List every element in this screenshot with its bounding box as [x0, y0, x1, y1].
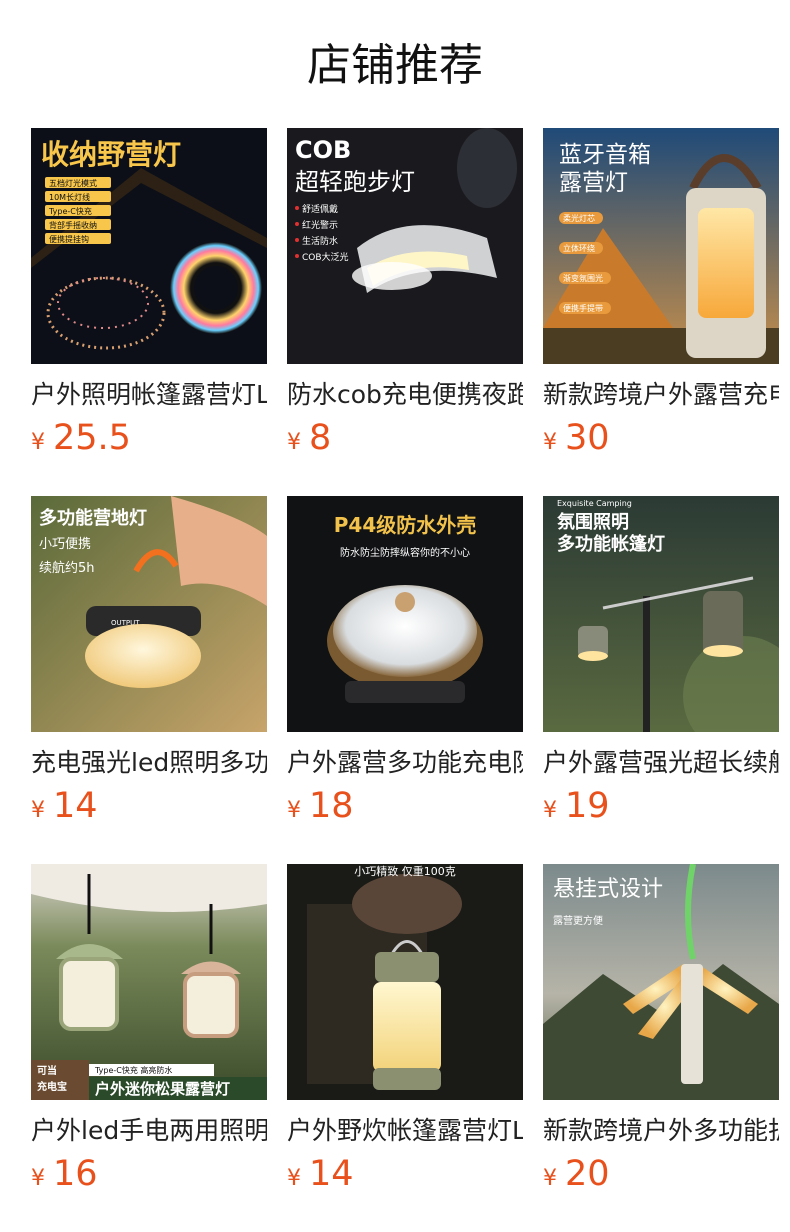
- product-price: ¥19: [543, 786, 610, 826]
- product-card[interactable]: P44级防水外壳 防水防尘防摔纵容你的不小心 户外露营多功能充电防水灯 ¥18: [287, 496, 523, 826]
- thumb-headline: COB: [295, 136, 351, 164]
- price-value: 14: [53, 786, 98, 826]
- product-image[interactable]: 蓝牙音箱 露营灯 柔光灯芯 立体环绕 渐变氛围光 便携手提带: [543, 128, 779, 364]
- product-name[interactable]: 户外露营强光超长续航灯: [543, 746, 779, 780]
- thumb-headline: 超轻跑步灯: [295, 168, 415, 196]
- page-title: 店铺推荐: [307, 40, 483, 91]
- product-name[interactable]: 防水cob充电便携夜跑灯: [287, 378, 523, 412]
- product-card[interactable]: 悬挂式设计 露营更方便 新款跨境户外多功能折叠灯 ¥20: [543, 864, 779, 1194]
- product-image[interactable]: P44级防水外壳 防水防尘防摔纵容你的不小心: [287, 496, 523, 732]
- thumb-tag: 便携提挂钩: [49, 234, 89, 244]
- price-value: 8: [309, 418, 332, 458]
- thumb-banner: 户外迷你松果露营灯: [95, 1080, 230, 1098]
- currency-symbol: ¥: [31, 430, 45, 455]
- thumb-tag: 红光警示: [302, 219, 338, 231]
- product-price: ¥14: [31, 786, 98, 826]
- product-name[interactable]: 新款跨境户外多功能折叠灯: [543, 1114, 779, 1148]
- product-name[interactable]: 户外照明帐篷露营灯LED: [31, 378, 267, 412]
- currency-symbol: ¥: [543, 430, 557, 455]
- thumb-tag: 生活防水: [302, 235, 338, 247]
- product-price: ¥14: [287, 1154, 354, 1194]
- thumb-subline: 防水防尘防摔纵容你的不小心: [340, 546, 470, 559]
- thumb-headline: 悬挂式设计: [553, 877, 663, 902]
- thumb-headline: 多功能帐篷灯: [557, 533, 665, 555]
- product-name[interactable]: 户外露营多功能充电防水灯: [287, 746, 523, 780]
- thumb-headline: 收纳野营灯: [41, 138, 181, 171]
- product-card[interactable]: 蓝牙音箱 露营灯 柔光灯芯 立体环绕 渐变氛围光 便携手提带 新款跨境户外露营充…: [543, 128, 779, 458]
- product-card[interactable]: COB 超轻跑步灯 舒适佩戴 红光警示 生活防水 COB大泛光 防水cob充电便…: [287, 128, 523, 458]
- product-price: ¥30: [543, 418, 610, 458]
- thumb-headline: 多功能营地灯: [39, 507, 147, 529]
- product-image[interactable]: 小巧精致 仅重100克: [287, 864, 523, 1100]
- product-image[interactable]: 收纳野营灯 五档灯光模式 10M长灯线 Type-C快充 背部手摇收纳 便携提挂…: [31, 128, 267, 364]
- product-image[interactable]: COB 超轻跑步灯 舒适佩戴 红光警示 生活防水 COB大泛光: [287, 128, 523, 364]
- product-price: ¥8: [287, 418, 331, 458]
- product-name[interactable]: 户外野炊帐篷露营灯LED: [287, 1114, 523, 1148]
- thumb-headline: P44级防水外壳: [334, 513, 477, 537]
- product-price: ¥20: [543, 1154, 610, 1194]
- price-value: 14: [309, 1154, 354, 1194]
- thumb-tag: 柔光灯芯: [563, 213, 595, 223]
- thumb-tag: 便携手提带: [563, 303, 603, 313]
- product-card[interactable]: OUTPUT 多功能营地灯 小巧便携 续航约5h 充电强光led照明多功能灯 ¥…: [31, 496, 267, 826]
- price-value: 16: [53, 1154, 98, 1194]
- thumb-tag: 舒适佩戴: [302, 203, 338, 215]
- thumb-tag: Type-C快充: [48, 206, 92, 216]
- currency-symbol: ¥: [543, 1166, 557, 1191]
- thumb-subline: 续航约5h: [39, 560, 95, 576]
- price-value: 30: [565, 418, 610, 458]
- product-image[interactable]: OUTPUT 多功能营地灯 小巧便携 续航约5h: [31, 496, 267, 732]
- thumb-tag: Type-C快充 高亮防水: [94, 1065, 172, 1075]
- currency-symbol: ¥: [31, 798, 45, 823]
- thumb-tag: 渐变氛围光: [563, 273, 603, 283]
- product-price: ¥16: [31, 1154, 98, 1194]
- product-card[interactable]: 收纳野营灯 五档灯光模式 10M长灯线 Type-C快充 背部手摇收纳 便携提挂…: [31, 128, 267, 458]
- product-price: ¥18: [287, 786, 354, 826]
- thumb-badge: 充电宝: [37, 1080, 67, 1093]
- thumb-tag: 五档灯光模式: [49, 178, 97, 188]
- product-card[interactable]: Exquisite Camping 氛围照明 多功能帐篷灯 户外露营强光超长续航…: [543, 496, 779, 826]
- thumb-tag: 立体环绕: [563, 243, 595, 253]
- currency-symbol: ¥: [31, 1166, 45, 1191]
- thumb-tag: COB大泛光: [302, 251, 349, 263]
- product-image[interactable]: 悬挂式设计 露营更方便: [543, 864, 779, 1100]
- price-value: 25.5: [53, 418, 131, 458]
- thumb-headline: 小巧精致 仅重100克: [354, 864, 456, 878]
- thumb-tag: 10M长灯线: [49, 192, 90, 202]
- price-value: 19: [565, 786, 610, 826]
- thumb-headline: 蓝牙音箱: [559, 142, 651, 168]
- price-value: 20: [565, 1154, 610, 1194]
- thumb-badge: 可当: [37, 1064, 57, 1077]
- price-value: 18: [309, 786, 354, 826]
- product-image[interactable]: 可当 充电宝 Type-C快充 高亮防水 户外迷你松果露营灯: [31, 864, 267, 1100]
- product-price: ¥25.5: [31, 418, 131, 458]
- product-name[interactable]: 新款跨境户外露营充电灯: [543, 378, 779, 412]
- product-name[interactable]: 充电强光led照明多功能灯: [31, 746, 267, 780]
- thumb-headline: 氛围照明: [557, 511, 629, 533]
- thumb-headline: 露营灯: [559, 170, 628, 196]
- thumb-subline: 小巧便携: [39, 536, 91, 552]
- thumb-subline: 露营更方便: [553, 914, 603, 927]
- currency-symbol: ¥: [287, 430, 301, 455]
- currency-symbol: ¥: [543, 798, 557, 823]
- product-image[interactable]: Exquisite Camping 氛围照明 多功能帐篷灯: [543, 496, 779, 732]
- currency-symbol: ¥: [287, 798, 301, 823]
- currency-symbol: ¥: [287, 1166, 301, 1191]
- product-card[interactable]: 小巧精致 仅重100克 户外野炊帐篷露营灯LED ¥14: [287, 864, 523, 1194]
- thumb-tag: 背部手摇收纳: [49, 220, 97, 230]
- product-card[interactable]: 可当 充电宝 Type-C快充 高亮防水 户外迷你松果露营灯 户外led手电两用…: [31, 864, 267, 1194]
- thumb-small: Exquisite Camping: [557, 499, 632, 508]
- product-name[interactable]: 户外led手电两用照明灯: [31, 1114, 267, 1148]
